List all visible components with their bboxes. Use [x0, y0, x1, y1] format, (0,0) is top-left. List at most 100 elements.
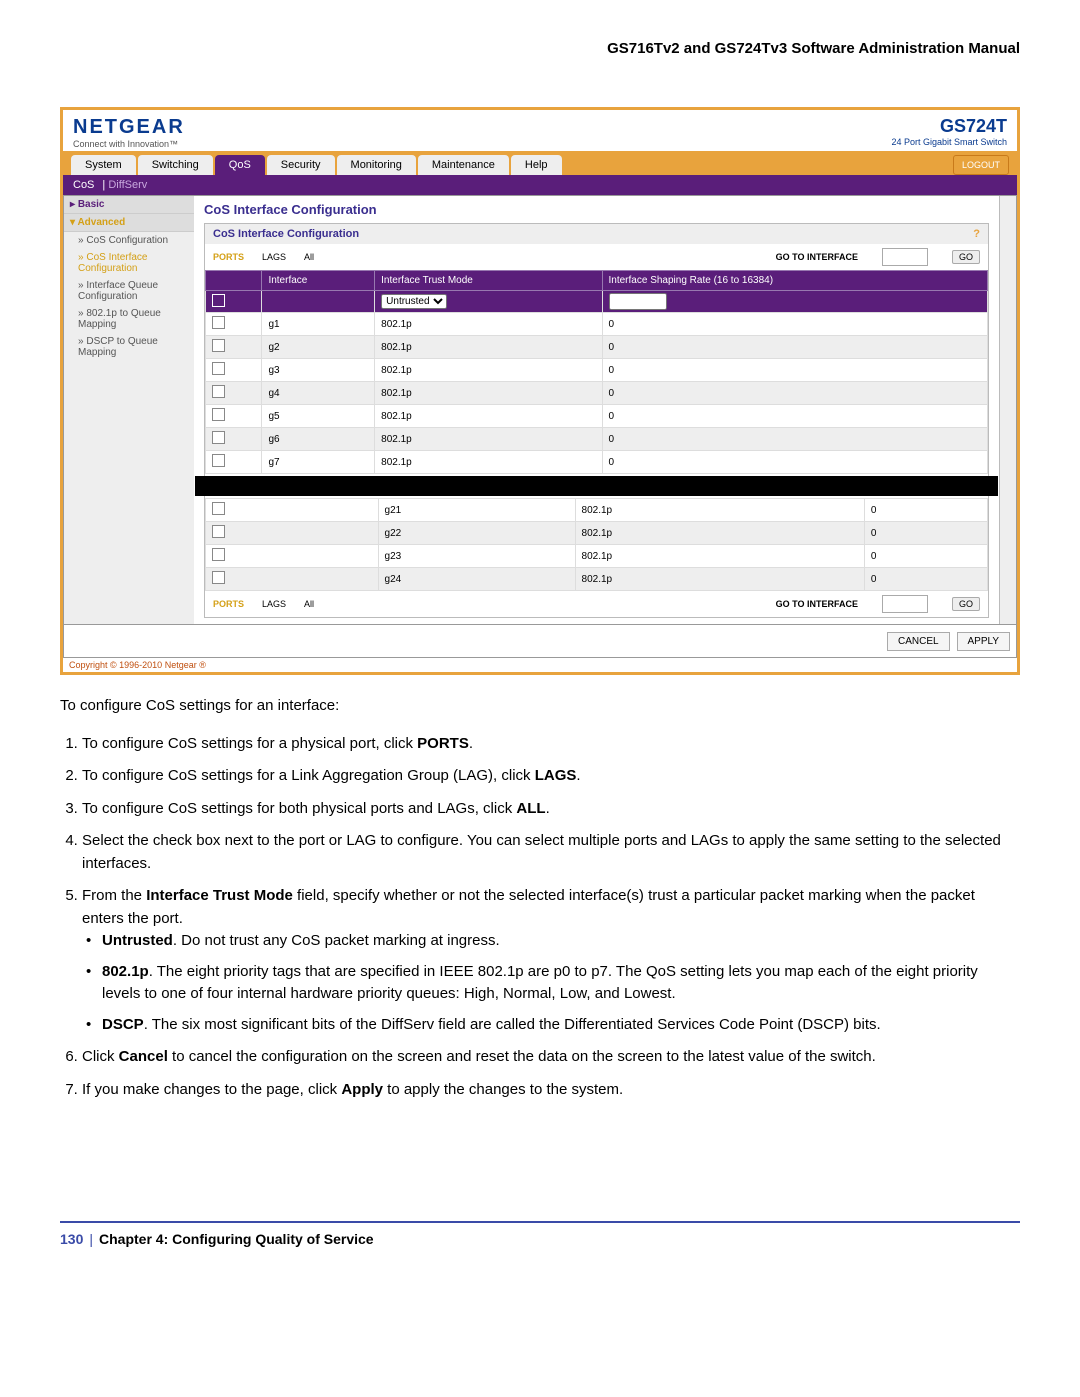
cell-rate: 0: [602, 359, 988, 382]
row-checkbox[interactable]: [212, 548, 225, 561]
row-checkbox[interactable]: [212, 431, 225, 444]
filter-lags[interactable]: LAGS: [262, 252, 286, 262]
filter-all-bottom[interactable]: All: [304, 599, 314, 609]
cell-interface: g22: [378, 522, 575, 545]
trust-mode-select[interactable]: Untrusted: [381, 294, 447, 309]
brand-tagline: Connect with Innovation™: [73, 139, 185, 149]
cell-rate: 0: [602, 382, 988, 405]
step-7: If you make changes to the page, click A…: [82, 1079, 1020, 1102]
cell-rate: 0: [602, 451, 988, 474]
row-checkbox[interactable]: [212, 362, 225, 375]
cell-interface: g1: [262, 313, 375, 336]
instructions: To configure CoS settings for an interfa…: [60, 695, 1020, 1101]
subtab-diffserv[interactable]: DiffServ: [108, 179, 147, 191]
sidebar-item-8021p[interactable]: » 802.1p to Queue Mapping: [64, 305, 194, 333]
step-1: To configure CoS settings for a physical…: [82, 733, 1020, 756]
cell-interface: g5: [262, 405, 375, 428]
tab-help[interactable]: Help: [511, 155, 562, 175]
content-title: CoS Interface Configuration: [204, 202, 989, 217]
model-subtitle: 24 Port Gigabit Smart Switch: [891, 137, 1007, 147]
row-checkbox[interactable]: [212, 454, 225, 467]
cell-rate: 0: [602, 336, 988, 359]
bullet-8021p: 802.1p. The eight priority tags that are…: [102, 961, 1020, 1006]
sub-tabs: CoS| DiffServ: [63, 175, 1017, 195]
logout-button[interactable]: LOGOUT: [953, 155, 1009, 175]
brand-logo: NETGEAR: [73, 116, 185, 139]
sidebar-basic[interactable]: ▸ Basic: [64, 196, 194, 214]
select-all-checkbox[interactable]: [212, 294, 225, 307]
cell-rate: 0: [864, 499, 987, 522]
main-tabs: System Switching QoS Security Monitoring…: [63, 151, 1017, 175]
chapter-title: Chapter 4: Configuring Quality of Servic…: [99, 1231, 374, 1247]
tab-system[interactable]: System: [71, 155, 136, 175]
cell-mode: 802.1p: [375, 405, 602, 428]
scrollbar[interactable]: [999, 196, 1016, 624]
cell-interface: g7: [262, 451, 375, 474]
go-button[interactable]: GO: [952, 250, 980, 264]
table-row: g1802.1p0: [206, 313, 988, 336]
help-icon[interactable]: ?: [973, 228, 980, 240]
tab-maintenance[interactable]: Maintenance: [418, 155, 509, 175]
cell-rate: 0: [602, 405, 988, 428]
table-row: g24802.1p0: [206, 568, 988, 591]
cancel-button[interactable]: CANCEL: [887, 632, 950, 651]
sidebar-item-queue[interactable]: » Interface Queue Configuration: [64, 277, 194, 305]
table-row: g22802.1p0: [206, 522, 988, 545]
row-checkbox[interactable]: [212, 408, 225, 421]
cell-interface: g21: [378, 499, 575, 522]
tab-monitoring[interactable]: Monitoring: [337, 155, 416, 175]
sidebar-item-cos-interface[interactable]: » CoS Interface Configuration: [64, 249, 194, 277]
model-name: GS724T: [891, 116, 1007, 137]
step-5: From the Interface Trust Mode field, spe…: [82, 885, 1020, 1036]
cell-rate: 0: [864, 522, 987, 545]
step-4: Select the check box next to the port or…: [82, 830, 1020, 875]
row-checkbox[interactable]: [212, 571, 225, 584]
step-2: To configure CoS settings for a Link Agg…: [82, 765, 1020, 788]
sidebar: ▸ Basic ▾ Advanced » CoS Configuration »…: [64, 196, 194, 624]
cell-rate: 0: [602, 313, 988, 336]
table-row: g6802.1p0: [206, 428, 988, 451]
cell-mode: 802.1p: [375, 336, 602, 359]
bullet-dscp: DSCP. The six most significant bits of t…: [102, 1014, 1020, 1037]
page-tear: [195, 476, 998, 496]
page-number: 130: [60, 1231, 83, 1247]
cell-mode: 802.1p: [375, 359, 602, 382]
tab-security[interactable]: Security: [267, 155, 335, 175]
table-row: g2802.1p0: [206, 336, 988, 359]
go-input[interactable]: [882, 248, 928, 266]
subtab-cos[interactable]: CoS: [73, 179, 94, 191]
row-checkbox[interactable]: [212, 316, 225, 329]
tab-switching[interactable]: Switching: [138, 155, 213, 175]
row-checkbox[interactable]: [212, 339, 225, 352]
filter-all[interactable]: All: [304, 252, 314, 262]
row-checkbox[interactable]: [212, 525, 225, 538]
row-checkbox[interactable]: [212, 385, 225, 398]
app-screenshot: NETGEAR Connect with Innovation™ GS724T …: [60, 107, 1020, 675]
sidebar-item-cos-config[interactable]: » CoS Configuration: [64, 232, 194, 249]
row-checkbox[interactable]: [212, 502, 225, 515]
panel-title: CoS Interface Configuration: [213, 228, 359, 240]
table-row: g7802.1p0: [206, 451, 988, 474]
table-row: g4802.1p0: [206, 382, 988, 405]
cell-mode: 802.1p: [375, 313, 602, 336]
filter-ports-bottom[interactable]: PORTS: [213, 599, 244, 609]
go-label: GO TO INTERFACE: [776, 252, 858, 262]
apply-button[interactable]: APPLY: [957, 632, 1011, 651]
sidebar-item-dscp[interactable]: » DSCP to Queue Mapping: [64, 333, 194, 361]
go-input-bottom[interactable]: [882, 595, 928, 613]
go-button-bottom[interactable]: GO: [952, 597, 980, 611]
cell-interface: g6: [262, 428, 375, 451]
filter-ports[interactable]: PORTS: [213, 252, 244, 262]
cell-rate: 0: [602, 428, 988, 451]
intro-text: To configure CoS settings for an interfa…: [60, 695, 1020, 718]
shaping-rate-input[interactable]: [609, 293, 667, 310]
cell-rate: 0: [864, 545, 987, 568]
sidebar-advanced[interactable]: ▾ Advanced: [64, 214, 194, 232]
interface-table: InterfaceInterface Trust ModeInterface S…: [205, 270, 988, 474]
cell-mode: 802.1p: [575, 568, 864, 591]
filter-lags-bottom[interactable]: LAGS: [262, 599, 286, 609]
cell-interface: g23: [378, 545, 575, 568]
tab-qos[interactable]: QoS: [215, 155, 265, 175]
table-row: g23802.1p0: [206, 545, 988, 568]
cell-mode: 802.1p: [375, 451, 602, 474]
